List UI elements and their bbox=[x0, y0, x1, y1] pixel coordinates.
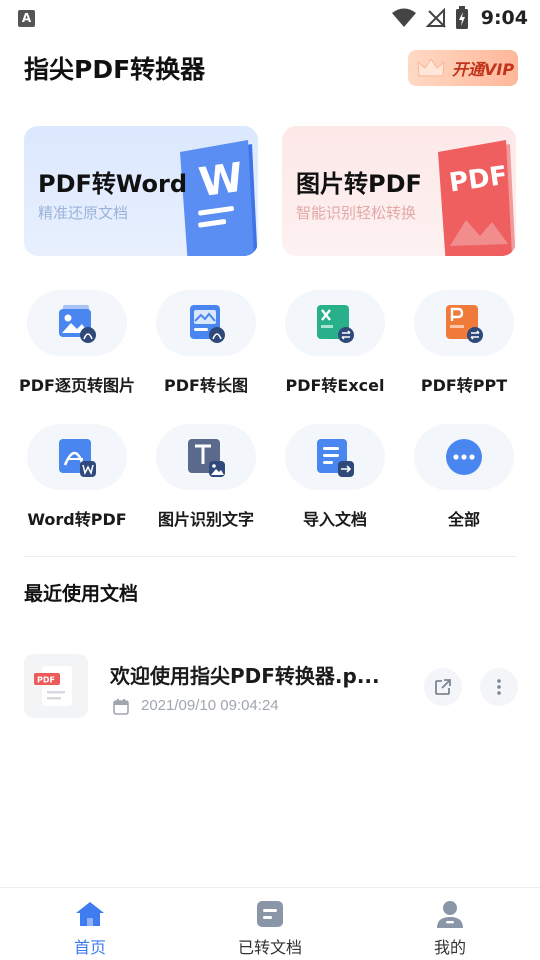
pdf-thumb-label: PDF bbox=[37, 676, 55, 685]
card-subtitle: 精准还原文档 bbox=[38, 204, 129, 222]
bottom-nav: 首页 已转文档 我的 bbox=[0, 887, 540, 960]
status-icons: 9:04 bbox=[391, 5, 528, 31]
pdf-to-excel-icon bbox=[317, 305, 354, 343]
pdf-file-icon: PDF bbox=[34, 666, 72, 706]
word-art-letter: W bbox=[196, 155, 246, 207]
tool-label: Word转PDF bbox=[27, 510, 127, 529]
tool-icon-bg bbox=[156, 424, 256, 490]
profile-icon bbox=[437, 901, 463, 928]
word-to-pdf-icon bbox=[59, 439, 96, 477]
image-ocr-icon bbox=[188, 439, 225, 477]
converted-docs-icon bbox=[257, 901, 283, 927]
pdf-doc-icon: PDF bbox=[438, 140, 516, 256]
calendar-icon bbox=[113, 699, 129, 715]
status-bar: A 9:04 bbox=[0, 0, 540, 36]
share-button[interactable] bbox=[424, 668, 462, 706]
pdf-to-ppt-icon bbox=[446, 305, 483, 343]
pdf-to-word-card[interactable]: PDF转Word 精准还原文档 W bbox=[24, 126, 258, 256]
nav-label: 首页 bbox=[73, 938, 106, 957]
image-to-pdf-card[interactable]: 图片转PDF 智能识别轻松转换 PDF bbox=[282, 126, 516, 256]
card-title: PDF转Word bbox=[38, 170, 188, 198]
no-signal-icon bbox=[425, 7, 446, 28]
tool-word-to-pdf[interactable]: Word转PDF bbox=[12, 424, 142, 534]
tool-icon-bg bbox=[285, 424, 385, 490]
card-title: 图片转PDF bbox=[296, 170, 422, 198]
battery-charging-icon bbox=[455, 6, 468, 29]
vertical-dots-icon bbox=[497, 679, 501, 695]
tool-label: 导入文档 bbox=[302, 510, 367, 529]
nav-converted-docs[interactable]: 已转文档 bbox=[180, 888, 360, 960]
wifi-icon bbox=[391, 8, 416, 27]
more-options-button[interactable] bbox=[480, 668, 518, 706]
import-doc-icon bbox=[317, 439, 354, 477]
tool-icon-bg bbox=[285, 290, 385, 356]
nav-home[interactable]: 首页 bbox=[0, 888, 180, 960]
tool-icon-bg bbox=[414, 424, 514, 490]
word-doc-icon: W bbox=[180, 140, 258, 256]
clock-time: 9:04 bbox=[480, 7, 528, 29]
doc-name: 欢迎使用指尖PDF转换器.p... bbox=[110, 664, 380, 688]
tool-label: 全部 bbox=[447, 510, 480, 529]
tool-label: 图片识别文字 bbox=[157, 510, 254, 529]
vip-button[interactable]: 开通VIP bbox=[408, 50, 518, 86]
tool-image-ocr[interactable]: 图片识别文字 bbox=[141, 424, 271, 534]
tool-label: PDF转PPT bbox=[420, 376, 508, 395]
more-dots-icon bbox=[446, 439, 482, 475]
doc-timestamp: 2021/09/10 09:04:24 bbox=[141, 697, 279, 714]
tool-label: PDF转长图 bbox=[164, 376, 248, 395]
tool-icon-bg bbox=[27, 424, 127, 490]
notification-a-icon: A bbox=[18, 10, 35, 27]
recent-docs-title: 最近使用文档 bbox=[24, 583, 139, 605]
list-item[interactable]: PDF 欢迎使用指尖PDF转换器.p... 2021/09/10 09:04:2… bbox=[0, 640, 540, 730]
tool-icon-bg bbox=[156, 290, 256, 356]
tool-pdf-to-excel[interactable]: PDF转Excel bbox=[270, 290, 400, 400]
tool-icon-bg bbox=[414, 290, 514, 356]
tool-pdf-to-ppt[interactable]: PDF转PPT bbox=[399, 290, 529, 400]
section-divider bbox=[24, 556, 516, 557]
nav-label: 已转文档 bbox=[237, 938, 302, 957]
pdf-to-image-icon bbox=[59, 305, 96, 343]
tool-all[interactable]: 全部 bbox=[399, 424, 529, 534]
nav-profile[interactable]: 我的 bbox=[360, 888, 540, 960]
tool-icon-bg bbox=[27, 290, 127, 356]
tool-pdf-to-long-image[interactable]: PDF转长图 bbox=[141, 290, 271, 400]
page-title: 指尖PDF转换器 bbox=[24, 55, 206, 84]
pdf-file-thumbnail: PDF bbox=[24, 654, 88, 718]
card-subtitle: 智能识别轻松转换 bbox=[296, 204, 417, 222]
tool-import-doc[interactable]: 导入文档 bbox=[270, 424, 400, 534]
vip-label: 开通VIP bbox=[452, 60, 515, 79]
tool-pdf-to-image[interactable]: PDF逐页转图片 bbox=[12, 290, 142, 400]
share-icon bbox=[435, 679, 451, 695]
pdf-to-long-image-icon bbox=[190, 305, 225, 343]
nav-label: 我的 bbox=[433, 938, 466, 957]
home-icon bbox=[76, 902, 104, 926]
crown-icon bbox=[417, 58, 445, 77]
tool-label: PDF逐页转图片 bbox=[19, 376, 135, 395]
tool-label: PDF转Excel bbox=[285, 376, 385, 395]
